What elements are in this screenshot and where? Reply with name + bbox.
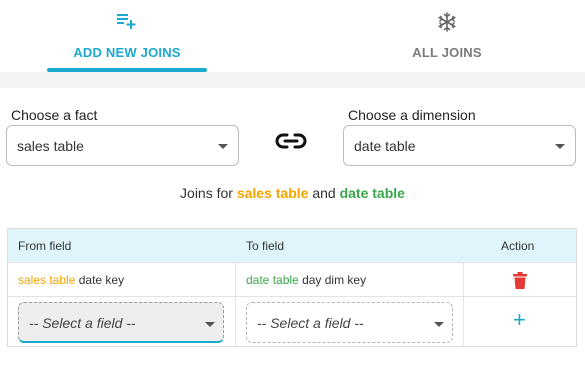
- to-cell: date table day dim key: [246, 273, 366, 287]
- table-header: From field To field Action: [8, 229, 576, 262]
- playlist-add-icon: [47, 12, 207, 34]
- divider-band: [0, 72, 585, 88]
- dimension-select[interactable]: date table: [343, 125, 576, 166]
- link-icon: [274, 130, 308, 152]
- tab-bar: ADD NEW JOINS ALL JOINS: [0, 0, 585, 72]
- caption-prefix: Joins for: [180, 185, 233, 201]
- joins-caption: Joins for sales table and date table: [0, 185, 585, 201]
- plus-icon[interactable]: +: [513, 309, 526, 331]
- from-field-select[interactable]: -- Select a field --: [18, 302, 224, 343]
- header-to-field: To field: [246, 239, 285, 253]
- table-row-new: -- Select a field -- -- Select a field -…: [8, 296, 576, 346]
- dimension-select-value: date table: [354, 138, 416, 154]
- trash-icon[interactable]: [513, 272, 527, 289]
- to-field-placeholder: -- Select a field --: [257, 315, 364, 331]
- fact-label: Choose a fact: [11, 107, 98, 123]
- chevron-down-icon: [205, 322, 215, 327]
- tab-add-new-joins[interactable]: ADD NEW JOINS: [47, 0, 207, 72]
- to-field-select[interactable]: -- Select a field --: [246, 302, 453, 343]
- joins-table: From field To field Action sales table d…: [7, 228, 577, 347]
- fact-select[interactable]: sales table: [6, 125, 239, 166]
- caption-dimension: date table: [339, 185, 405, 201]
- tab-all-joins[interactable]: ALL JOINS: [367, 0, 527, 72]
- to-field-name: day dim key: [302, 273, 367, 287]
- fact-select-value: sales table: [17, 138, 84, 154]
- from-cell: sales table date key: [18, 273, 124, 287]
- to-table-name: date table: [246, 273, 299, 287]
- chevron-down-icon: [434, 322, 444, 327]
- snowflake-icon: [367, 12, 527, 34]
- header-action: Action: [501, 239, 535, 253]
- table-row: sales table date key date table day dim …: [8, 262, 576, 296]
- caption-conj: and: [312, 185, 336, 201]
- tab-add-new-joins-label: ADD NEW JOINS: [73, 45, 181, 60]
- from-field-name: date key: [78, 273, 125, 287]
- chevron-down-icon: [555, 144, 565, 149]
- from-table-name: sales table: [18, 273, 76, 287]
- dimension-label: Choose a dimension: [348, 107, 476, 123]
- chevron-down-icon: [218, 144, 228, 149]
- from-field-placeholder: -- Select a field --: [29, 315, 136, 331]
- caption-fact: sales table: [236, 185, 309, 201]
- header-from-field: From field: [18, 239, 72, 253]
- tab-all-joins-label: ALL JOINS: [412, 45, 482, 60]
